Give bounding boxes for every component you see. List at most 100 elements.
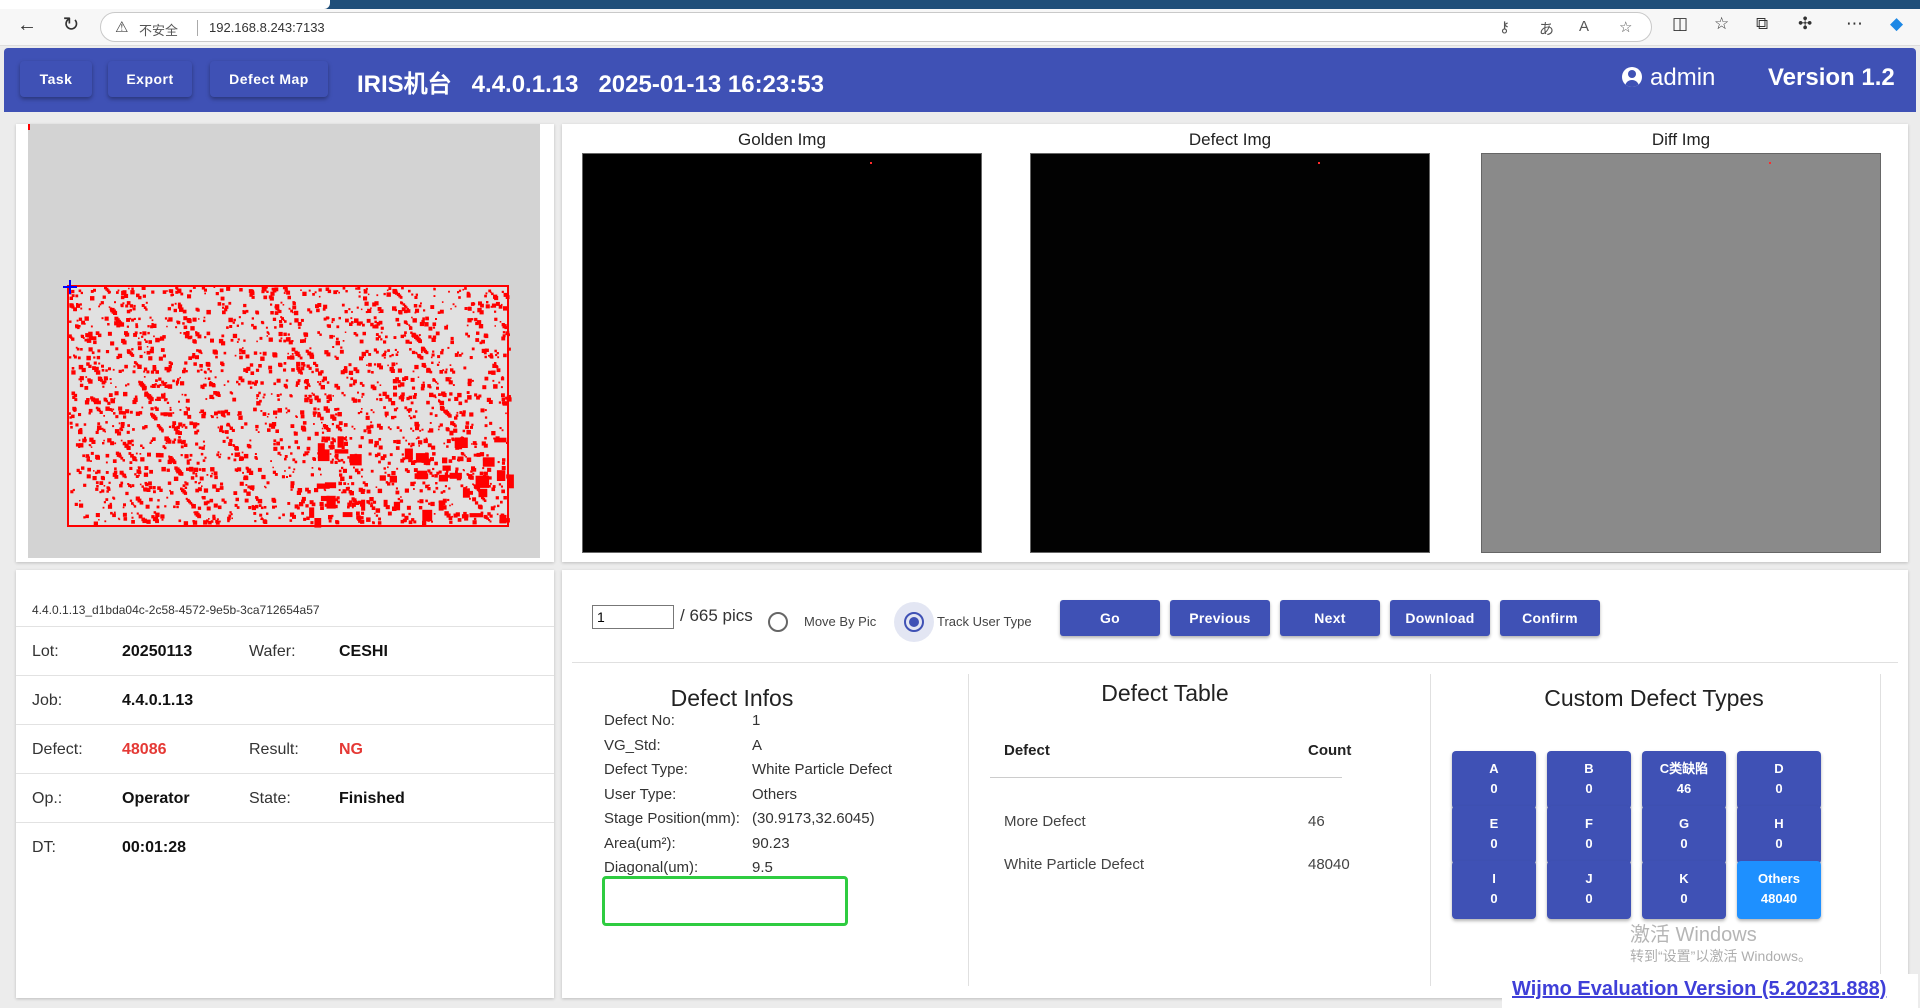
defect-type-name: K: [1679, 871, 1689, 886]
reload-icon[interactable]: ↻: [60, 14, 82, 36]
defect-name-cell: White Particle Defect: [1004, 856, 1145, 873]
defect-type-name: A: [1489, 761, 1499, 776]
defect-infos-title: Defect Infos: [670, 685, 794, 711]
golden-image[interactable]: [582, 153, 982, 553]
defect-type-button[interactable]: G0: [1642, 806, 1726, 864]
result-value: NG: [339, 741, 363, 758]
lot-label: Lot:: [32, 643, 59, 660]
count-column-header[interactable]: Count: [1308, 742, 1351, 759]
defect-type-button[interactable]: C类缺陷 46: [1642, 751, 1726, 809]
back-arrow-icon[interactable]: ←: [16, 14, 38, 36]
more-menu-icon[interactable]: ⋯: [1846, 14, 1863, 34]
defect-info-label: User Type:: [604, 785, 677, 803]
key-icon[interactable]: ⚷: [1499, 18, 1510, 36]
defect-type-name: C类缺陷: [1659, 761, 1709, 776]
move-by-pic-radio[interactable]: [768, 612, 788, 632]
golden-image-caption: Golden Img: [738, 130, 826, 149]
track-user-type-radio[interactable]: [904, 612, 924, 632]
defect-type-button[interactable]: F0: [1547, 806, 1631, 864]
defect-type-button[interactable]: A0: [1452, 751, 1536, 809]
move-by-pic-label[interactable]: Move By Pic: [804, 614, 876, 629]
highlight-box: [602, 876, 848, 926]
favorites-icon[interactable]: ☆: [1714, 14, 1729, 34]
dt-row: DT: 00:01:28: [16, 822, 554, 871]
defect-marker: [1318, 162, 1320, 164]
op-value: Operator: [122, 790, 190, 807]
defect-type-button[interactable]: I0: [1452, 861, 1536, 919]
next-button[interactable]: Next: [1280, 600, 1380, 636]
operator-row: Op.: Operator State: Finished: [16, 773, 554, 822]
defect-image-caption: Defect Img: [1188, 130, 1272, 149]
defect-info-label: Defect No:: [604, 712, 675, 729]
wafer-map-svg[interactable]: [28, 124, 540, 558]
task-button[interactable]: Task: [20, 61, 92, 97]
dt-label: DT:: [32, 839, 56, 856]
diff-image[interactable]: [1481, 153, 1881, 553]
extensions-icon[interactable]: ✣: [1798, 14, 1812, 34]
translate-icon[interactable]: あ: [1539, 18, 1554, 39]
defect-info-value: 9.5: [752, 859, 773, 876]
defect-info-value: Others: [752, 785, 798, 803]
job-label: Job:: [32, 692, 63, 709]
defect-type-name: D: [1774, 761, 1784, 776]
defect-column-header[interactable]: Defect: [1004, 742, 1050, 759]
collections-icon[interactable]: ⧉: [1756, 14, 1768, 34]
job-value: 4.4.0.1.13: [122, 692, 194, 709]
split-screen-icon[interactable]: ◫: [1672, 14, 1688, 34]
warning-icon: ⚠: [115, 19, 129, 36]
active-tab[interactable]: [0, 0, 330, 9]
defect-type-button[interactable]: J0: [1547, 861, 1631, 919]
defect-info-label: Diagonal(um):: [604, 859, 699, 876]
read-aloud-icon[interactable]: A: [1579, 18, 1589, 35]
copilot-icon[interactable]: ◆: [1890, 14, 1903, 34]
export-button[interactable]: Export: [108, 61, 192, 97]
op-label: Op.:: [32, 790, 63, 807]
divider: [572, 662, 1898, 663]
defect-map-button[interactable]: Defect Map: [210, 61, 328, 97]
confirm-button[interactable]: Confirm: [1500, 600, 1600, 636]
wijmo-evaluation-link[interactable]: Wijmo Evaluation Version (5.20231.888): [1502, 974, 1918, 1008]
track-user-type-label[interactable]: Track User Type: [937, 614, 1032, 629]
defect-type-count: 0: [1585, 781, 1593, 796]
defect-type-button[interactable]: Others 48040: [1737, 861, 1821, 919]
user-menu[interactable]: admin: [1622, 64, 1715, 92]
defect-type-name: E: [1489, 816, 1499, 831]
favorite-star-icon[interactable]: ☆: [1619, 18, 1632, 36]
defect-type-button[interactable]: K0: [1642, 861, 1726, 919]
previous-button[interactable]: Previous: [1170, 600, 1270, 636]
defect-row: Defect: 48086 Result: NG: [16, 724, 554, 773]
defect-info-label: Area(um²):: [604, 834, 676, 852]
page-title: IRIS机台 4.4.0.1.13 2025-01-13 16:23:53: [357, 71, 824, 98]
defect-type-count: 0: [1680, 836, 1688, 851]
defect-info-label: Stage Position(mm):: [604, 810, 740, 827]
defect-type-button[interactable]: H0: [1737, 806, 1821, 864]
defect-type-count: 0: [1490, 891, 1498, 906]
state-value: Finished: [339, 790, 405, 807]
defect-type-count: 0: [1775, 781, 1783, 796]
job-row: Job: 4.4.0.1.13: [16, 675, 554, 724]
defect-type-button[interactable]: D0: [1737, 751, 1821, 809]
defect-image[interactable]: [1030, 153, 1430, 553]
image-guid: 4.4.0.1.13_d1bda04c-2c58-4572-9e5b-3ca71…: [32, 603, 320, 617]
pic-number-input[interactable]: [592, 605, 674, 629]
defect-type-button[interactable]: E0: [1452, 806, 1536, 864]
defect-label: Defect:: [32, 741, 83, 758]
address-bar[interactable]: ⚠ 不安全 192.168.8.243:7133 ⚷ あ A ☆: [100, 12, 1652, 42]
go-button[interactable]: Go: [1060, 600, 1160, 636]
defect-type-name: B: [1584, 761, 1594, 776]
result-label: Result:: [249, 741, 299, 758]
defect-type-count: 46: [1676, 781, 1692, 796]
defect-type-name: J: [1585, 871, 1593, 886]
windows-activation-hint: 转到“设置”以激活 Windows。: [1630, 948, 1813, 964]
wafer-map-panel: [16, 124, 554, 562]
defect-type-count: 0: [1585, 836, 1593, 851]
url-text[interactable]: 192.168.8.243:7133: [209, 20, 325, 35]
divider: [1430, 674, 1431, 986]
wafer-map-canvas[interactable]: [28, 124, 540, 558]
defect-type-button[interactable]: B0: [1547, 751, 1631, 809]
lot-info-panel: 4.4.0.1.13_d1bda04c-2c58-4572-9e5b-3ca71…: [16, 570, 554, 998]
download-button[interactable]: Download: [1390, 600, 1490, 636]
defect-type-count: 0: [1490, 836, 1498, 851]
defect-type-name: G: [1678, 816, 1690, 831]
wafer-value: CESHI: [339, 643, 388, 660]
